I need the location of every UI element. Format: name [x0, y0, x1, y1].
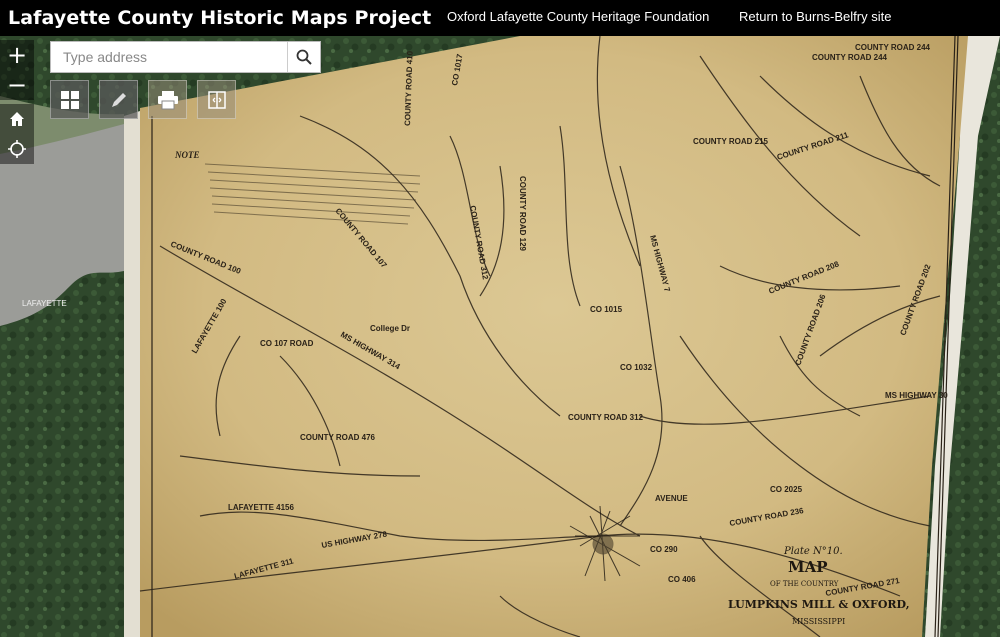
locate-icon: [8, 140, 26, 158]
print-icon: [157, 90, 178, 109]
locate-button[interactable]: [0, 134, 34, 164]
print-button[interactable]: [148, 80, 187, 119]
pencil-icon: [111, 92, 126, 107]
label-lafayette-4156: LAFAYETTE 4156: [228, 503, 295, 512]
map-nav-controls: + −: [0, 40, 34, 164]
label-co-107-road: CO 107 ROAD: [260, 339, 314, 348]
swipe-button[interactable]: [197, 80, 236, 119]
map-title-state: MISSISSIPPI: [792, 617, 845, 626]
label-county-road-129: COUNTY ROAD 129: [518, 176, 527, 252]
label-avenue: AVENUE: [655, 494, 688, 503]
zoom-out-button[interactable]: −: [0, 70, 34, 100]
swipe-icon: [207, 90, 226, 109]
historic-map-sheet: [140, 36, 968, 637]
label-county-road-476: COUNTY ROAD 476: [300, 433, 376, 442]
home-icon: [10, 112, 24, 126]
map-title-sub: OF THE COUNTRY: [770, 580, 839, 588]
plate-number: Plate N°10.: [783, 546, 843, 557]
search-button[interactable]: [287, 42, 320, 72]
label-co-1032: CO 1032: [620, 363, 653, 372]
map-title-place: LUMPKINS MILL & OXFORD,: [728, 598, 910, 611]
map-note-label: NOTE: [174, 150, 200, 160]
map-title-word: MAP: [788, 558, 828, 576]
label-county-road-244-b: COUNTY ROAD 244: [812, 53, 888, 62]
label-co-2025: CO 2025: [770, 485, 803, 494]
return-link[interactable]: Return to Burns-Belfry site: [739, 9, 891, 24]
zoom-in-button[interactable]: +: [0, 40, 34, 70]
top-bar: Lafayette County Historic Maps Project O…: [0, 0, 1000, 36]
map-toolbar: [50, 80, 246, 119]
scan-margin-left: [124, 111, 140, 637]
measure-button[interactable]: [99, 80, 138, 119]
label-co-1015: CO 1015: [590, 305, 623, 314]
label-college-dr: College Dr: [370, 324, 410, 333]
foundation-link[interactable]: Oxford Lafayette County Heritage Foundat…: [447, 9, 709, 24]
label-ms-highway-30: MS HIGHWAY 30: [885, 391, 948, 400]
label-co-290: CO 290: [650, 545, 678, 554]
map-canvas[interactable]: LAFAYETTE NOTE COUNTY ROAD 244 COUNTY RO…: [0, 36, 1000, 637]
app-title: Lafayette County Historic Maps Project: [8, 7, 432, 29]
label-county-road-215: COUNTY ROAD 215: [693, 137, 769, 146]
label-county-road-244-a: COUNTY ROAD 244: [855, 43, 931, 52]
search-icon: [296, 49, 312, 65]
label-co-406: CO 406: [668, 575, 696, 584]
address-search: [50, 41, 321, 73]
basemap-gallery-button[interactable]: [50, 80, 89, 119]
address-search-input[interactable]: [51, 42, 287, 72]
lake-label: LAFAYETTE: [22, 299, 67, 308]
home-button[interactable]: [0, 104, 34, 134]
grid-icon: [60, 90, 79, 109]
map-view[interactable]: LAFAYETTE NOTE COUNTY ROAD 244 COUNTY RO…: [0, 36, 1000, 637]
label-county-road-312: COUNTY ROAD 312: [568, 413, 644, 422]
